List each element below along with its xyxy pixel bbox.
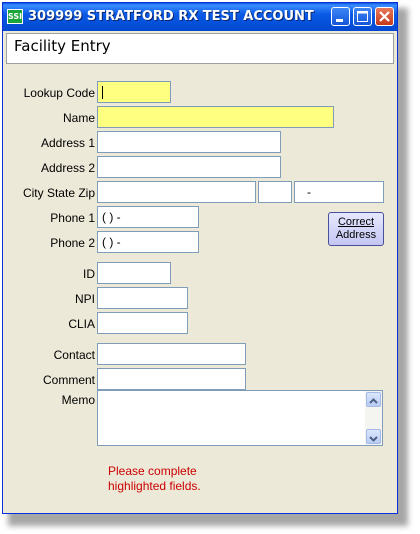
label-phone2: Phone 2: [50, 236, 95, 250]
address1-input[interactable]: [97, 131, 281, 153]
zip-input[interactable]: -: [294, 181, 384, 203]
maximize-icon: [357, 11, 368, 22]
comment-input[interactable]: [97, 368, 246, 390]
clia-input[interactable]: [97, 312, 188, 334]
correct-address-label-line1: Correct: [337, 216, 375, 228]
id-input[interactable]: [97, 262, 171, 284]
correct-address-button[interactable]: Correct Address: [328, 212, 384, 246]
close-icon: [379, 11, 390, 22]
memo-scrollbar[interactable]: [365, 391, 382, 445]
minimize-icon: [336, 19, 343, 22]
npi-input[interactable]: [97, 287, 188, 309]
lookup-code-input[interactable]: [97, 81, 171, 103]
label-npi: NPI: [74, 292, 95, 306]
state-input[interactable]: [258, 181, 292, 203]
phone2-input[interactable]: ( ) -: [97, 231, 199, 253]
name-input[interactable]: [97, 106, 334, 128]
scroll-down-button[interactable]: [366, 429, 381, 444]
city-input[interactable]: [97, 181, 256, 203]
minimize-button[interactable]: [331, 7, 350, 26]
label-city-state-zip: City State Zip: [22, 186, 95, 200]
facility-entry-window: SSI 309999 STRATFORD RX TEST ACCOUNT Fac…: [2, 2, 398, 514]
chevron-down-icon: [369, 436, 378, 442]
label-address2: Address 2: [40, 161, 95, 175]
memo-textarea[interactable]: [97, 390, 383, 446]
maximize-button[interactable]: [353, 7, 372, 26]
label-name: Name: [62, 111, 95, 125]
text-cursor: [102, 86, 103, 99]
label-lookup-code: Lookup Code: [23, 86, 95, 100]
phone1-input[interactable]: ( ) -: [97, 206, 199, 228]
close-button[interactable]: [375, 7, 394, 26]
label-contact: Contact: [53, 348, 95, 362]
validation-message: Please complete highlighted fields.: [108, 464, 201, 493]
label-address1: Address 1: [40, 136, 95, 150]
memo-text: [98, 391, 382, 397]
chevron-up-icon: [369, 398, 378, 404]
label-id: ID: [83, 267, 95, 281]
address2-input[interactable]: [97, 156, 281, 178]
correct-address-label-line2: Address: [335, 229, 377, 241]
label-comment: Comment: [42, 373, 95, 387]
label-memo: Memo: [61, 393, 95, 407]
label-phone1: Phone 1: [50, 211, 95, 225]
contact-input[interactable]: [97, 343, 246, 365]
form-labels: Lookup Code Name Address 1 Address 2 Cit…: [3, 3, 95, 503]
label-clia: CLIA: [68, 317, 95, 331]
scroll-up-button[interactable]: [366, 392, 381, 407]
